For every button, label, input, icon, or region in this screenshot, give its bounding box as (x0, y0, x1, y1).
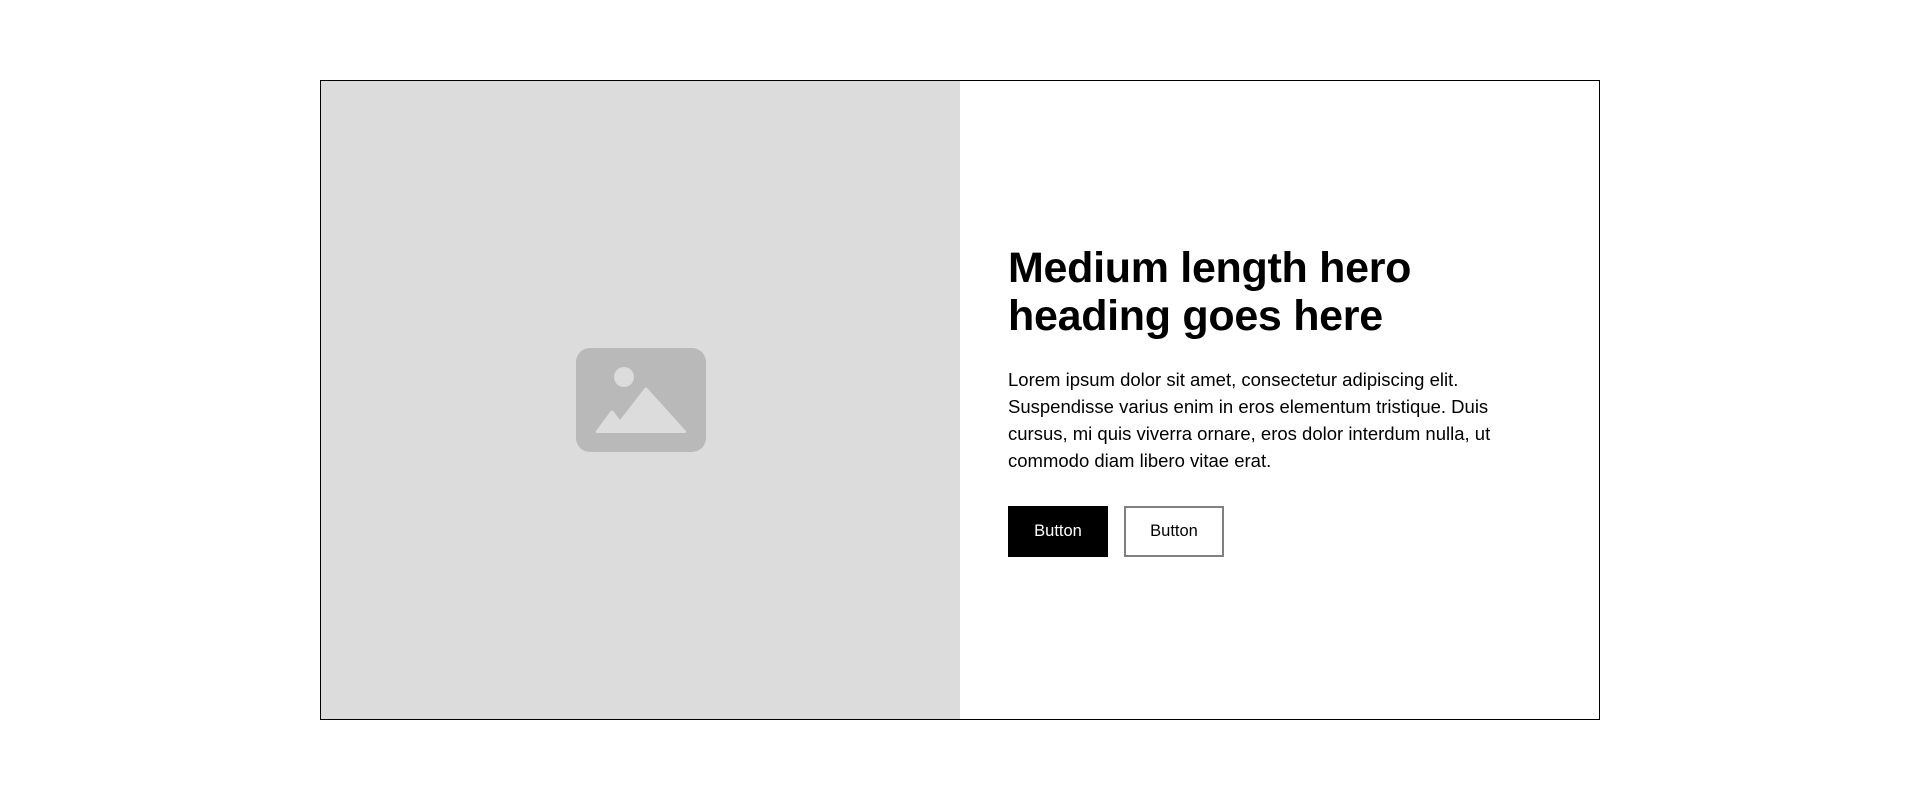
hero-section: Medium length hero heading goes here Lor… (320, 80, 1600, 720)
hero-actions: Button Button (1008, 505, 1551, 557)
hero-content: Medium length hero heading goes here Lor… (960, 81, 1599, 719)
hero-body-text: Lorem ipsum dolor sit amet, consectetur … (1008, 368, 1491, 471)
page: Medium length hero heading goes here Lor… (0, 0, 1920, 801)
primary-button[interactable]: Button (1008, 505, 1108, 557)
hero-image-placeholder (321, 81, 960, 719)
image-placeholder-icon (575, 348, 706, 452)
hero-heading: Medium length hero heading goes here (1008, 243, 1412, 340)
secondary-button[interactable]: Button (1124, 505, 1224, 557)
